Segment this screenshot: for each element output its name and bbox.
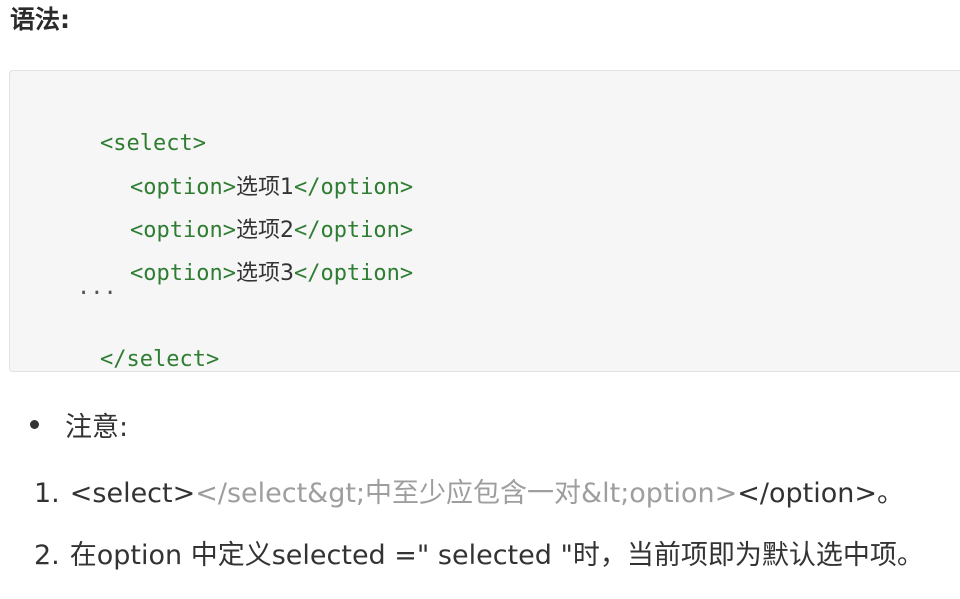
list-item-1: 1. <select></select&gt;中至少应包含一对&lt;option… bbox=[34, 474, 904, 514]
section-heading: 语法: bbox=[10, 5, 70, 34]
option-label-3: 选项3 bbox=[235, 261, 294, 286]
code-tag-option-open: <option> bbox=[129, 261, 236, 286]
code-line-select-close: </select> bbox=[47, 315, 219, 405]
list-item-2-text: 在option 中定义selected =" selected "时，当前项即为… bbox=[69, 540, 924, 571]
list-item-number: 1. bbox=[34, 478, 60, 509]
note-bullet: 注意: bbox=[30, 404, 128, 444]
code-line-option-3: <option>选项3</option> bbox=[77, 229, 413, 319]
list-item-1-part-2: </select&gt;中至少应包含一对&lt;option> bbox=[195, 478, 738, 509]
list-item-number: 2. bbox=[34, 540, 60, 571]
code-tag-option-close: </option> bbox=[293, 261, 414, 286]
note-label: 注意: bbox=[65, 411, 129, 443]
code-tag-select-close: </select> bbox=[99, 347, 220, 372]
list-item-1-part-1: <select> bbox=[69, 478, 196, 509]
list-item-1-part-3: </option>。 bbox=[737, 478, 905, 509]
code-block: <select> <option>选项1</option> <option>选项… bbox=[9, 70, 960, 372]
bullet-dot-icon bbox=[30, 419, 39, 429]
list-item-2: 2. 在option 中定义selected =" selected "时，当前项… bbox=[34, 536, 924, 576]
code-line-ellipsis: ... bbox=[77, 275, 117, 300]
